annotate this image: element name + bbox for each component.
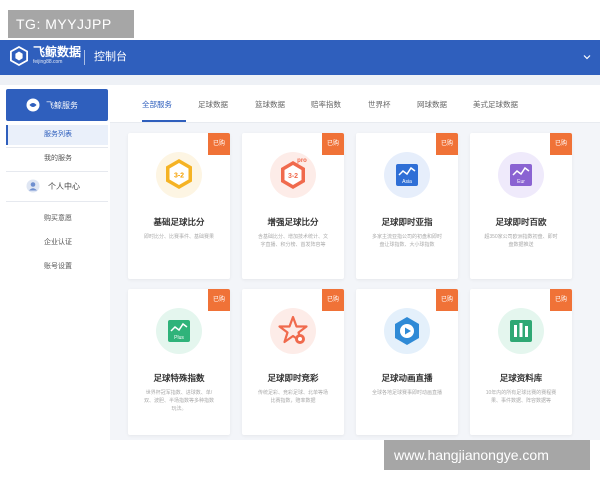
logo-hexagon-icon bbox=[10, 46, 28, 66]
card-description: 超350家公司欧洲指数初盘、即时盘数据推送 bbox=[484, 234, 558, 248]
purchased-badge: 已购 bbox=[550, 133, 572, 155]
icon-label: 3-2 bbox=[174, 173, 184, 180]
service-card-lottery[interactable]: 已购 足球即时竞彩 传统足彩、竞彩足球、北单等场比赛指数，赔率数据 bbox=[242, 289, 344, 435]
tab-basketball-data[interactable]: 篮球数据 bbox=[255, 99, 285, 110]
icon-label: 3-2 bbox=[288, 173, 298, 180]
sidebar-item-purchase-intent[interactable]: 购买意愿 bbox=[6, 209, 108, 229]
category-tabs: 全部服务 足球数据 篮球数据 赔率指数 世界杯 网球数据 美式足球数据 bbox=[110, 85, 600, 123]
sidebar-section-services[interactable]: 飞鲸服务 bbox=[6, 89, 108, 121]
watermark-top: TG: MYYJJPP bbox=[8, 10, 134, 38]
card-title: 足球动画直播 bbox=[381, 373, 433, 383]
app-window: 飞鲸数据 feijing88.com 控制台 飞鲸服务 服务列表 我的服务 个人… bbox=[0, 40, 600, 440]
card-title: 足球特殊指数 bbox=[153, 373, 205, 383]
logo-subtitle: feijing88.com bbox=[33, 59, 63, 65]
user-avatar-icon bbox=[26, 179, 40, 193]
main-content: 全部服务 足球数据 篮球数据 赔率指数 世界杯 网球数据 美式足球数据 已购 3… bbox=[110, 85, 600, 440]
icon-pro-label: pro bbox=[297, 158, 307, 164]
service-grid: 已购 3-2 基础足球比分 即时比分、比赛事件、基础赛果 已购 3-2 pro … bbox=[110, 123, 600, 440]
tab-odds-index[interactable]: 赔率指数 bbox=[311, 99, 341, 110]
purchased-badge: 已购 bbox=[436, 133, 458, 155]
tab-american-football-data[interactable]: 美式足球数据 bbox=[473, 99, 518, 110]
card-title: 足球即时百欧 bbox=[495, 217, 547, 227]
fish-logo-icon bbox=[26, 98, 40, 112]
sidebar-divider bbox=[6, 147, 108, 148]
purchased-badge: 已购 bbox=[436, 289, 458, 311]
card-description: 即时比分、比赛事件、基础赛果 bbox=[143, 234, 214, 240]
purchased-badge: 已购 bbox=[322, 133, 344, 155]
card-description: 多家主流亚指公司的初盘和即时盘让球指数、大小球指数 bbox=[371, 234, 442, 248]
active-tab-underline bbox=[142, 120, 186, 122]
logo-title: 飞鲸数据 bbox=[33, 45, 82, 59]
service-card-euro-index[interactable]: 已购 Eur 足球即时百欧 超350家公司欧洲指数初盘、即时盘数据推送 bbox=[470, 133, 572, 279]
sidebar-item-account-settings[interactable]: 账号设置 bbox=[6, 257, 108, 277]
card-title: 足球资料库 bbox=[499, 373, 543, 383]
purchased-badge: 已购 bbox=[550, 289, 572, 311]
sidebar-section-label: 飞鲸服务 bbox=[46, 100, 78, 110]
service-card-special-index[interactable]: 已购 Plus 足球特殊指数 世界杯冠军指数、进球数、单/双、波胆、半场指数等多… bbox=[128, 289, 230, 435]
purchased-badge: 已购 bbox=[208, 289, 230, 311]
tab-all-services[interactable]: 全部服务 bbox=[142, 99, 172, 110]
score-pro-icon: 3-2 pro bbox=[270, 152, 316, 198]
icon-label: Eur bbox=[517, 179, 525, 185]
service-card-animation-live[interactable]: 已购 足球动画直播 全球各地足球赛事即时动画直播 bbox=[356, 289, 458, 435]
card-description: 世界杯冠军指数、进球数、单/双、波胆、半场指数等多种指数玩法。 bbox=[143, 390, 214, 412]
purchased-badge: 已购 bbox=[208, 133, 230, 155]
sidebar-divider bbox=[6, 201, 108, 202]
top-header: 飞鲸数据 feijing88.com 控制台 bbox=[0, 40, 600, 75]
lottery-star-icon bbox=[270, 308, 316, 354]
sidebar-item-enterprise-cert[interactable]: 企业认证 bbox=[6, 233, 108, 253]
logo[interactable]: 飞鲸数据 feijing88.com bbox=[10, 46, 81, 66]
sidebar-divider bbox=[6, 171, 108, 172]
score-3-2-icon: 3-2 bbox=[156, 152, 202, 198]
purchased-badge: 已购 bbox=[322, 289, 344, 311]
card-description: 传统足彩、竞彩足球、北单等场比赛指数，赔率数据 bbox=[257, 390, 328, 404]
sidebar-group-label: 个人中心 bbox=[48, 181, 80, 191]
card-title: 足球即时亚指 bbox=[381, 217, 433, 227]
sidebar-item-service-list[interactable]: 服务列表 bbox=[6, 125, 108, 145]
card-description: 10年内的所有足球比赛的赛程赛果、事件数据、阵容数据等 bbox=[485, 390, 557, 404]
plus-index-icon: Plus bbox=[156, 308, 202, 354]
asia-index-icon: Asia bbox=[384, 152, 430, 198]
page-title[interactable]: 控制台 bbox=[94, 50, 127, 65]
sidebar: 飞鲸服务 服务列表 我的服务 个人中心 购买意愿 企业认证 账号设置 bbox=[0, 85, 110, 440]
icon-label: Asia bbox=[402, 179, 412, 185]
animation-play-icon bbox=[384, 308, 430, 354]
card-title: 基础足球比分 bbox=[153, 217, 205, 227]
tab-tennis-data[interactable]: 网球数据 bbox=[417, 99, 447, 110]
card-title: 足球即时竞彩 bbox=[267, 373, 319, 383]
chevron-down-icon[interactable] bbox=[582, 52, 592, 62]
card-title: 增强足球比分 bbox=[267, 217, 319, 227]
service-card-database[interactable]: 已购 足球资料库 10年内的所有足球比赛的赛程赛果、事件数据、阵容数据等 bbox=[470, 289, 572, 435]
tab-football-data[interactable]: 足球数据 bbox=[198, 99, 228, 110]
card-description: 全球各地足球赛事即时动画直播 bbox=[371, 390, 442, 396]
euro-index-icon: Eur bbox=[498, 152, 544, 198]
icon-label: Plus bbox=[174, 335, 184, 341]
service-card-asia-index[interactable]: 已购 Asia 足球即时亚指 多家主流亚指公司的初盘和即时盘让球指数、大小球指数 bbox=[356, 133, 458, 279]
sidebar-group-personal-center[interactable]: 个人中心 bbox=[6, 173, 108, 199]
header-divider bbox=[84, 50, 85, 65]
sidebar-item-my-services[interactable]: 我的服务 bbox=[6, 149, 108, 169]
tab-world-cup[interactable]: 世界杯 bbox=[368, 99, 391, 110]
card-description: 含基础比分、增加技术统计、文字直播、积分榜、首发阵容等 bbox=[257, 234, 328, 248]
service-card-basic-score[interactable]: 已购 3-2 基础足球比分 即时比分、比赛事件、基础赛果 bbox=[128, 133, 230, 279]
service-card-enhanced-score[interactable]: 已购 3-2 pro 增强足球比分 含基础比分、增加技术统计、文字直播、积分榜、… bbox=[242, 133, 344, 279]
database-icon bbox=[498, 308, 544, 354]
watermark-bottom: www.hangjianongye.com bbox=[384, 440, 590, 470]
